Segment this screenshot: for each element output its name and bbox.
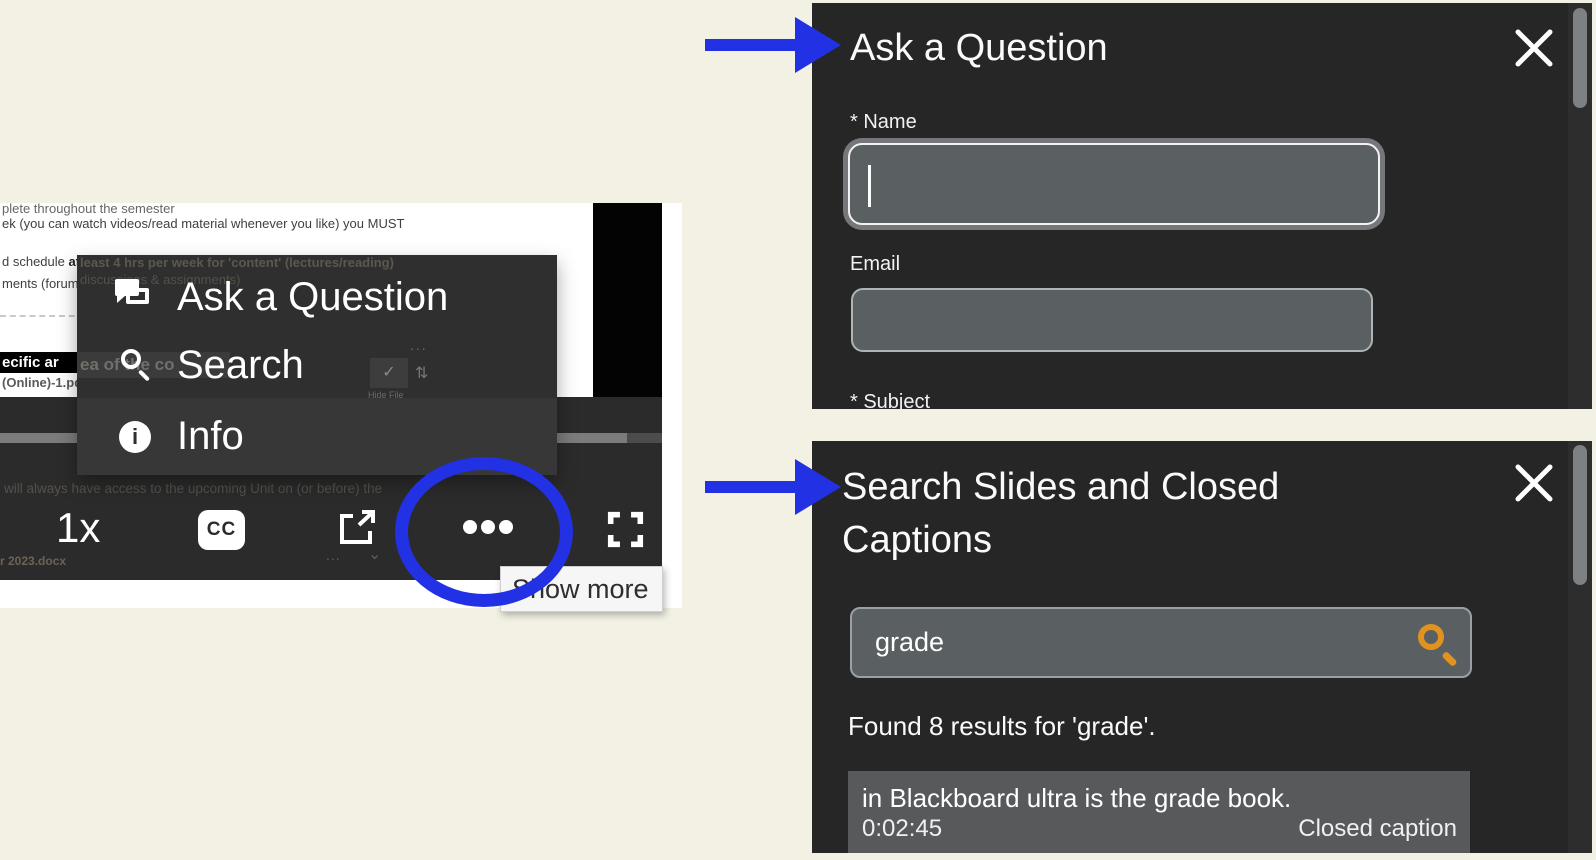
scrollbar-track[interactable] <box>1568 441 1592 853</box>
text-cursor <box>868 165 871 207</box>
close-button[interactable] <box>1511 460 1557 506</box>
progress-bar-buffer <box>627 433 662 443</box>
doc-text-line: plete throughout the semester <box>2 201 175 216</box>
menu-item-search[interactable]: Search <box>77 339 557 391</box>
result-source-label: Closed caption <box>1298 815 1457 843</box>
search-slides-panel: Search Slides and Closed Captions grade … <box>812 441 1592 853</box>
close-icon <box>1511 460 1557 506</box>
result-timestamp: 0:02:45 <box>862 815 942 843</box>
email-input[interactable] <box>851 288 1373 352</box>
panel-title: Ask a Question <box>850 27 1108 70</box>
ask-a-question-panel: Ask a Question * Name Email * Subject <box>812 3 1592 409</box>
chat-icon <box>115 279 155 315</box>
closed-captions-button[interactable]: CC <box>198 510 245 550</box>
email-field-label: Email <box>850 253 900 276</box>
pdf-filename-text: (Online)-1.pdf <box>2 375 87 390</box>
subject-field-label: * Subject <box>850 391 930 409</box>
popout-icon <box>337 509 377 547</box>
popout-button[interactable] <box>337 509 377 547</box>
playback-speed-button[interactable]: 1x <box>56 507 100 549</box>
background-doc-text: will always have access to the upcoming … <box>4 481 382 496</box>
menu-item-label: Search <box>177 343 304 388</box>
search-result-item[interactable]: in Blackboard ultra is the grade book. 0… <box>848 771 1470 853</box>
search-icon <box>115 347 155 383</box>
search-input[interactable]: grade <box>850 607 1472 678</box>
search-submit-icon[interactable] <box>1418 624 1460 666</box>
menu-item-label: Ask a Question <box>177 275 448 320</box>
scrollbar-thumb[interactable] <box>1573 445 1587 585</box>
search-query-text: grade <box>875 627 944 658</box>
panel-title: Search Slides and Closed Captions <box>842 461 1279 567</box>
fullscreen-button[interactable] <box>607 511 644 548</box>
search-results-summary: Found 8 results for 'grade'. <box>848 711 1156 742</box>
info-icon: i <box>115 419 155 455</box>
menu-item-ask-a-question[interactable]: Ask a Question <box>77 267 557 327</box>
video-frame <box>593 203 662 397</box>
annotation-circle <box>395 457 573 607</box>
background-docx-text: r 2023.docx <box>0 554 66 568</box>
menu-item-label: Info <box>177 414 244 459</box>
name-input[interactable] <box>848 143 1380 225</box>
player-more-menu: least 4 hrs per week for 'content' (lect… <box>77 255 557 475</box>
scrollbar-thumb[interactable] <box>1573 8 1587 108</box>
annotation-arrow-ask <box>705 17 845 73</box>
close-button[interactable] <box>1511 25 1557 71</box>
close-icon <box>1511 25 1557 71</box>
background-chevron: ⌄ <box>368 544 381 564</box>
annotation-arrow-search <box>705 459 845 515</box>
doc-text-line: ek (you can watch videos/read material w… <box>2 216 404 231</box>
result-caption-text: in Blackboard ultra is the grade book. <box>862 783 1291 814</box>
highlighted-search-match: ecific ar <box>0 352 77 373</box>
name-field-label: * Name <box>850 111 917 134</box>
scrollbar-track[interactable] <box>1568 3 1592 409</box>
background-overflow-dots: ... <box>326 547 341 563</box>
tutorial-screenshot: plete throughout the semester ek (you ca… <box>0 0 1596 860</box>
fullscreen-icon <box>607 511 644 548</box>
